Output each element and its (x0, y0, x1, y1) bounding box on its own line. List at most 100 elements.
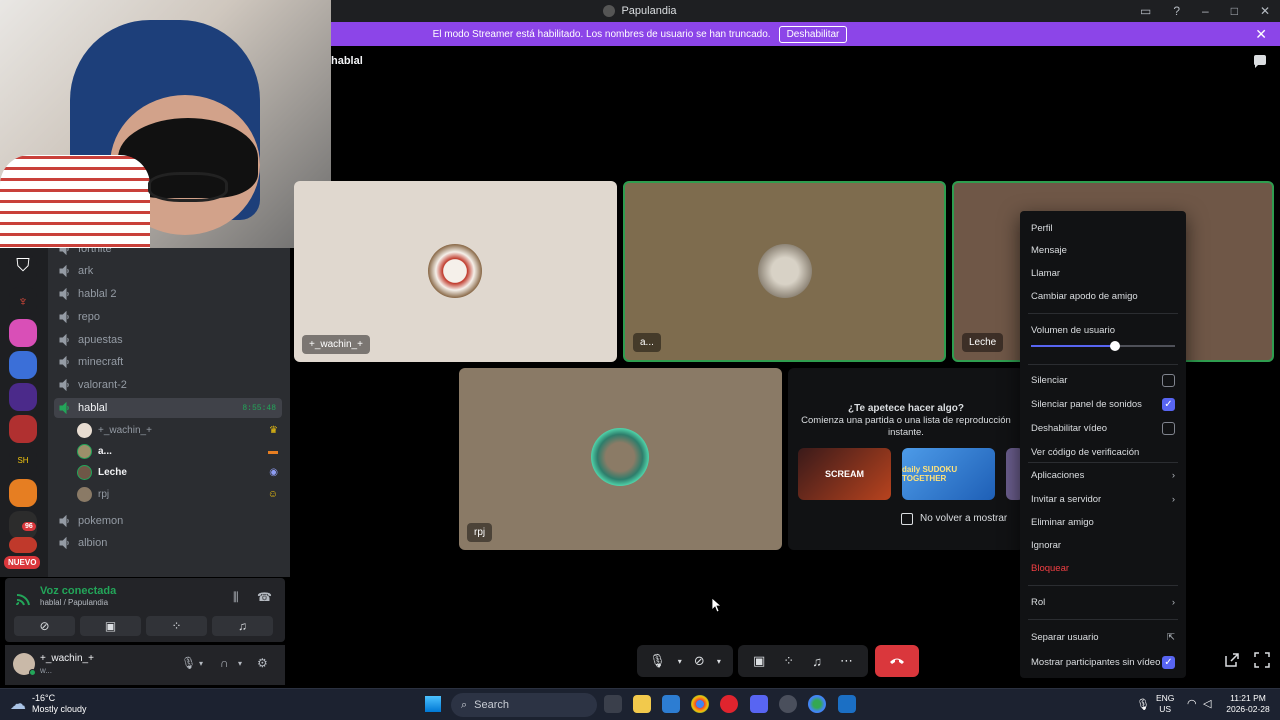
fullscreen-icon[interactable] (1254, 652, 1270, 668)
mute-soundboard-checkbox[interactable]: ✓ (1162, 398, 1175, 411)
activity-card[interactable]: daily SUDOKU TOGETHER (902, 448, 995, 500)
volume-knob[interactable] (1109, 341, 1120, 351)
menu-item-remove-friend[interactable]: Eliminar amigo (1031, 517, 1175, 528)
task-view-icon[interactable] (604, 695, 622, 713)
menu-item-call[interactable]: Llamar (1031, 268, 1175, 279)
channel-item-repo[interactable]: repo (54, 307, 282, 327)
server-icon[interactable] (9, 537, 37, 553)
app-icon[interactable] (838, 695, 856, 713)
taskbar-search[interactable]: ⌕ Search (451, 693, 597, 717)
chevron-down-icon[interactable]: ▾ (717, 657, 721, 666)
chat-icon[interactable] (1252, 54, 1268, 70)
weather-widget[interactable]: ☁ -16°C Mostly cloudy (10, 693, 87, 715)
channel-item-valorant-2[interactable]: valorant-2 (54, 375, 282, 395)
camera-off-icon[interactable]: ⊘ (694, 653, 705, 669)
user-volume-slider[interactable] (1031, 341, 1175, 351)
file-explorer-icon[interactable] (633, 695, 651, 713)
screen-share-icon[interactable]: ▣ (753, 653, 765, 669)
disconnect-icon[interactable]: ☎ (257, 590, 272, 604)
voice-user-row[interactable]: +_wachin_+ ♛ (77, 420, 282, 440)
activities-button[interactable]: ⁘ (146, 616, 207, 636)
soundboard-button[interactable]: ♫ (212, 616, 273, 636)
menu-item-separate-user[interactable]: Separar usuario ⇱ (1031, 632, 1175, 643)
server-icon[interactable] (9, 383, 37, 411)
channel-item-hablal-2[interactable]: hablal 2 (54, 284, 282, 304)
headphones-icon[interactable]: ∩ (220, 656, 229, 670)
channel-item-hablal[interactable]: hablal 8:55:48 (54, 398, 282, 418)
discord-icon[interactable] (750, 695, 768, 713)
wifi-icon[interactable]: ◠ (1187, 697, 1197, 710)
language-indicator[interactable]: ENG US (1156, 693, 1174, 715)
menu-item-ignore[interactable]: Ignorar (1031, 540, 1175, 551)
disable-streamer-button[interactable]: Deshabilitar (778, 25, 848, 43)
menu-item-change-nickname[interactable]: Cambiar apodo de amigo (1031, 291, 1175, 302)
minimize-button[interactable]: – (1202, 4, 1209, 18)
channel-item-apuestas[interactable]: apuestas (54, 330, 282, 350)
volume-icon[interactable]: ◁ (1203, 697, 1211, 710)
voice-user-row[interactable]: Leche ◉ (77, 462, 282, 482)
speaker-icon (59, 515, 69, 527)
participant-tile[interactable]: a... (623, 181, 946, 362)
windows-start-icon[interactable] (425, 696, 441, 712)
activities-icon[interactable]: ⁘ (783, 653, 794, 669)
server-icon[interactable] (9, 351, 37, 379)
popout-icon[interactable] (1224, 652, 1240, 668)
chevron-down-icon[interactable]: ▾ (199, 659, 203, 668)
voice-user-row[interactable]: rpj ☺ (77, 484, 282, 504)
help-icon[interactable]: ? (1173, 4, 1180, 18)
mute-checkbox[interactable] (1162, 374, 1175, 387)
taskbar: ☁ -16°C Mostly cloudy ⌕ Search 🎙︎ ENG US… (0, 688, 1280, 720)
server-icon[interactable] (9, 415, 37, 443)
chevron-down-icon[interactable]: ▾ (238, 659, 242, 668)
gear-icon[interactable]: ⚙ (257, 656, 268, 670)
close-icon[interactable]: ✕ (1255, 26, 1267, 43)
server-icon[interactable]: ⛉ (9, 255, 37, 283)
server-icon[interactable]: SH (9, 447, 37, 475)
menu-item-show-no-video[interactable]: Mostrar participantes sin vídeo ✓ (1031, 656, 1175, 669)
server-icon[interactable] (9, 319, 37, 347)
participant-tile[interactable]: rpj (459, 368, 782, 550)
menu-item-disable-video[interactable]: Deshabilitar vídeo (1031, 422, 1175, 435)
menu-item-message[interactable]: Mensaje (1031, 245, 1175, 256)
participant-tile[interactable]: +_wachin_+ (294, 181, 617, 362)
channel-item-albion[interactable]: albion (54, 533, 282, 553)
menu-item-profile[interactable]: Perfil (1031, 223, 1175, 234)
menu-item-verification-code[interactable]: Ver código de verificación (1031, 447, 1175, 458)
menu-item-block[interactable]: Bloquear (1031, 563, 1175, 574)
channel-item-ark[interactable]: ark (54, 261, 282, 281)
server-icon[interactable]: ♆ (9, 287, 37, 315)
activity-card[interactable]: SCREAM (798, 448, 891, 500)
voice-user-row[interactable]: a... ▬ (77, 441, 282, 461)
channel-item-pokemon[interactable]: pokemon (54, 511, 282, 531)
disconnect-button[interactable] (875, 645, 919, 677)
microphone-icon[interactable]: 🎙︎ (1136, 698, 1150, 711)
opera-icon[interactable] (720, 695, 738, 713)
menu-item-role[interactable]: Rol › (1031, 597, 1175, 608)
screen-share-button[interactable]: ▣ (80, 616, 141, 636)
channel-item-minecraft[interactable]: minecraft (54, 352, 282, 372)
steam-icon[interactable] (779, 695, 797, 713)
dont-show-again-checkbox[interactable] (901, 513, 913, 525)
more-options-icon[interactable]: ⋯ (840, 653, 853, 669)
chrome-icon[interactable] (691, 695, 709, 713)
menu-item-apps[interactable]: Aplicaciones › (1031, 470, 1175, 481)
clock[interactable]: 11:21 PM 2026-02-28 (1226, 693, 1270, 715)
menu-item-mute-soundboard[interactable]: Silenciar panel de sonidos ✓ (1031, 398, 1175, 411)
show-no-video-checkbox[interactable]: ✓ (1162, 656, 1175, 669)
store-icon[interactable] (662, 695, 680, 713)
server-icon[interactable] (9, 479, 37, 507)
menu-item-mute[interactable]: Silenciar (1031, 374, 1175, 387)
disable-video-checkbox[interactable] (1162, 422, 1175, 435)
inbox-icon[interactable]: ▭ (1140, 4, 1151, 18)
close-window-button[interactable]: ✕ (1260, 4, 1270, 18)
maximize-button[interactable]: □ (1231, 4, 1238, 18)
microphone-icon[interactable]: 🎙︎ (649, 653, 666, 669)
noise-suppression-icon[interactable]: ⫼ (233, 590, 239, 605)
menu-item-invite[interactable]: Invitar a servidor › (1031, 494, 1175, 505)
soundboard-icon[interactable]: ♫ (812, 654, 822, 669)
new-badge[interactable]: NUEVO (4, 556, 41, 569)
chrome-icon[interactable] (808, 695, 826, 713)
chevron-down-icon[interactable]: ▾ (678, 657, 682, 666)
camera-off-button[interactable]: ⊘ (14, 616, 75, 636)
microphone-icon[interactable]: 🎙︎ (181, 656, 196, 670)
